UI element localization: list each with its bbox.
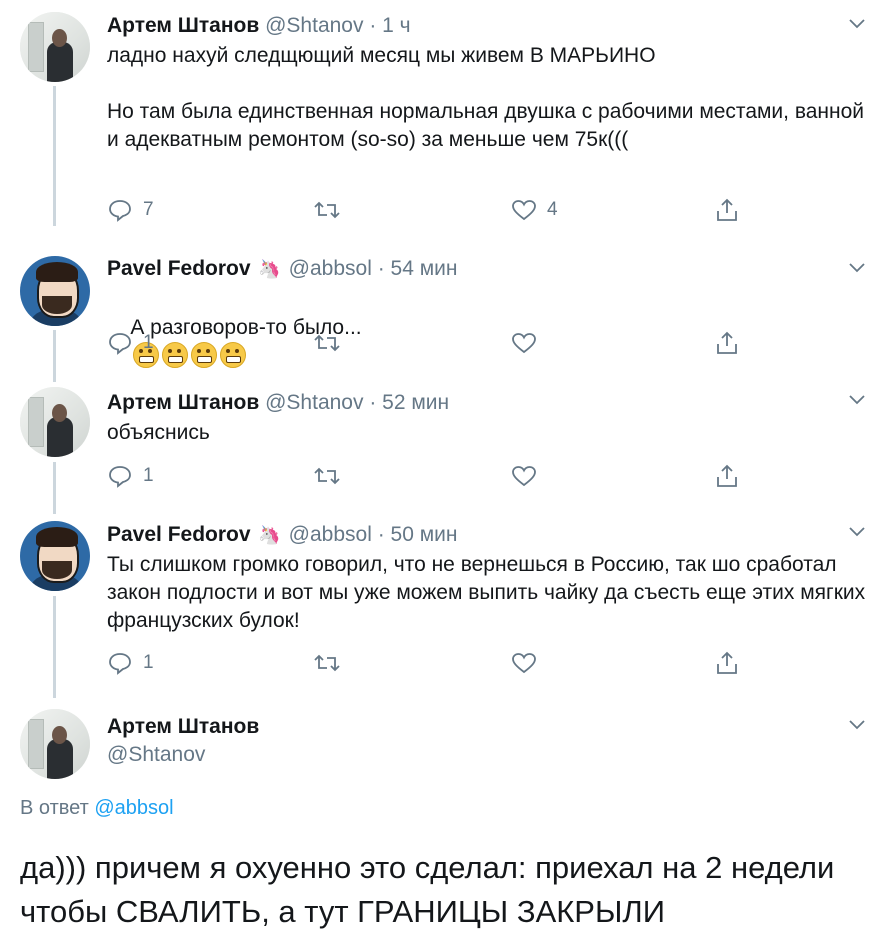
retweet-button[interactable] [313, 195, 341, 225]
like-button[interactable] [511, 328, 537, 358]
main-tweet-text: да))) причем я охуенно это сделал: приех… [20, 850, 835, 929]
share-button[interactable] [715, 195, 739, 225]
author-handle[interactable]: @Shtanov [265, 14, 363, 37]
separator: · [363, 14, 383, 37]
chevron-down-icon[interactable] [848, 715, 866, 733]
avatar[interactable] [20, 387, 90, 457]
avatar[interactable] [20, 709, 90, 779]
chevron-down-icon[interactable] [848, 522, 866, 540]
reply-mention-link[interactable]: @abbsol [94, 797, 173, 819]
separator: · [371, 523, 391, 546]
tweet-text: Ты слишком громко говорил, что не вернеш… [107, 553, 871, 632]
author-handle[interactable]: @abbsol [289, 257, 372, 280]
author-handle[interactable]: @Shtanov [265, 391, 363, 414]
separator: · [371, 257, 391, 280]
author-name[interactable]: Pavel Fedorov [107, 257, 251, 280]
share-button[interactable] [715, 328, 739, 358]
reply-context: В ответ @abbsol [20, 797, 174, 820]
reply-button[interactable]: 1 [107, 461, 154, 491]
retweet-arrows-icon [313, 331, 341, 355]
unicorn-emoji: 🦄 [258, 525, 281, 545]
chevron-down-icon[interactable] [848, 258, 866, 276]
reply-button[interactable]: 7 [107, 195, 154, 225]
share-button[interactable] [715, 648, 739, 678]
like-button[interactable]: 4 [511, 195, 558, 225]
tweet-actions: 1 [107, 648, 747, 678]
retweet-arrows-icon [313, 651, 341, 675]
share-upload-icon [715, 463, 739, 489]
tweet[interactable]: Pavel Fedorov 🦄 @abbsol · 54 мин А разго… [0, 240, 892, 375]
chevron-down-icon[interactable] [848, 14, 866, 32]
author-handle[interactable]: @abbsol [289, 523, 372, 546]
tweet-header: Артем Штанов @Shtanov · 1 ч [107, 14, 411, 38]
tweet[interactable]: Pavel Fedorov 🦄 @abbsol · 50 мин Ты слиш… [0, 507, 892, 697]
reply-count: 1 [143, 465, 154, 486]
tweet-header: Pavel Fedorov 🦄 @abbsol · 50 мин [107, 523, 458, 547]
share-upload-icon [715, 650, 739, 676]
tweet-header: Артем Штанов @Shtanov [107, 715, 259, 767]
author-name[interactable]: Артем Штанов [107, 391, 259, 414]
tweet-text: объяснись [107, 421, 210, 444]
timestamp[interactable]: 50 мин [391, 523, 458, 546]
tweet[interactable]: Артем Штанов @Shtanov · 52 мин объяснись… [0, 375, 892, 507]
retweet-button[interactable] [313, 461, 341, 491]
reply-button[interactable]: 1 [107, 328, 154, 358]
speech-bubble-icon [107, 198, 133, 222]
like-button[interactable] [511, 648, 537, 678]
tweet-header: Pavel Fedorov 🦄 @abbsol · 54 мин [107, 257, 458, 281]
share-upload-icon [715, 330, 739, 356]
chevron-down-icon[interactable] [848, 390, 866, 408]
tweet-text: ладно нахуй следщющий месяц мы живем В М… [107, 44, 865, 151]
reply-prefix: В ответ [20, 797, 89, 819]
separator: · [363, 391, 383, 414]
retweet-arrows-icon [313, 464, 341, 488]
avatar[interactable] [20, 12, 90, 82]
heart-icon [511, 331, 537, 355]
reply-count: 1 [143, 652, 154, 673]
unicorn-emoji: 🦄 [258, 259, 281, 279]
like-button[interactable] [511, 461, 537, 491]
timestamp[interactable]: 1 ч [382, 14, 410, 37]
like-count: 4 [547, 199, 558, 220]
timestamp[interactable]: 52 мин [382, 391, 449, 414]
reply-button[interactable]: 1 [107, 648, 154, 678]
author-name[interactable]: Артем Штанов [107, 14, 259, 37]
heart-icon [511, 651, 537, 675]
author-name[interactable]: Артем Штанов [107, 715, 259, 739]
tweet[interactable]: Артем Штанов @Shtanov · 1 ч ладно нахуй … [0, 0, 892, 240]
author-handle[interactable]: @Shtanov [107, 743, 259, 767]
tweet-actions: 7 4 [107, 195, 747, 225]
heart-icon [511, 464, 537, 488]
speech-bubble-icon [107, 464, 133, 488]
reply-count: 1 [143, 332, 154, 353]
avatar[interactable] [20, 521, 90, 591]
retweet-button[interactable] [313, 328, 341, 358]
tweet-actions: 1 [107, 461, 747, 491]
tweet-header: Артем Штанов @Shtanov · 52 мин [107, 391, 449, 415]
retweet-button[interactable] [313, 648, 341, 678]
speech-bubble-icon [107, 331, 133, 355]
author-name[interactable]: Pavel Fedorov [107, 523, 251, 546]
timestamp[interactable]: 54 мин [391, 257, 458, 280]
speech-bubble-icon [107, 651, 133, 675]
heart-icon [511, 198, 537, 222]
retweet-arrows-icon [313, 198, 341, 222]
share-button[interactable] [715, 461, 739, 491]
avatar[interactable] [20, 256, 90, 326]
share-upload-icon [715, 197, 739, 223]
tweet-actions: 1 [107, 328, 747, 358]
reply-count: 7 [143, 199, 154, 220]
